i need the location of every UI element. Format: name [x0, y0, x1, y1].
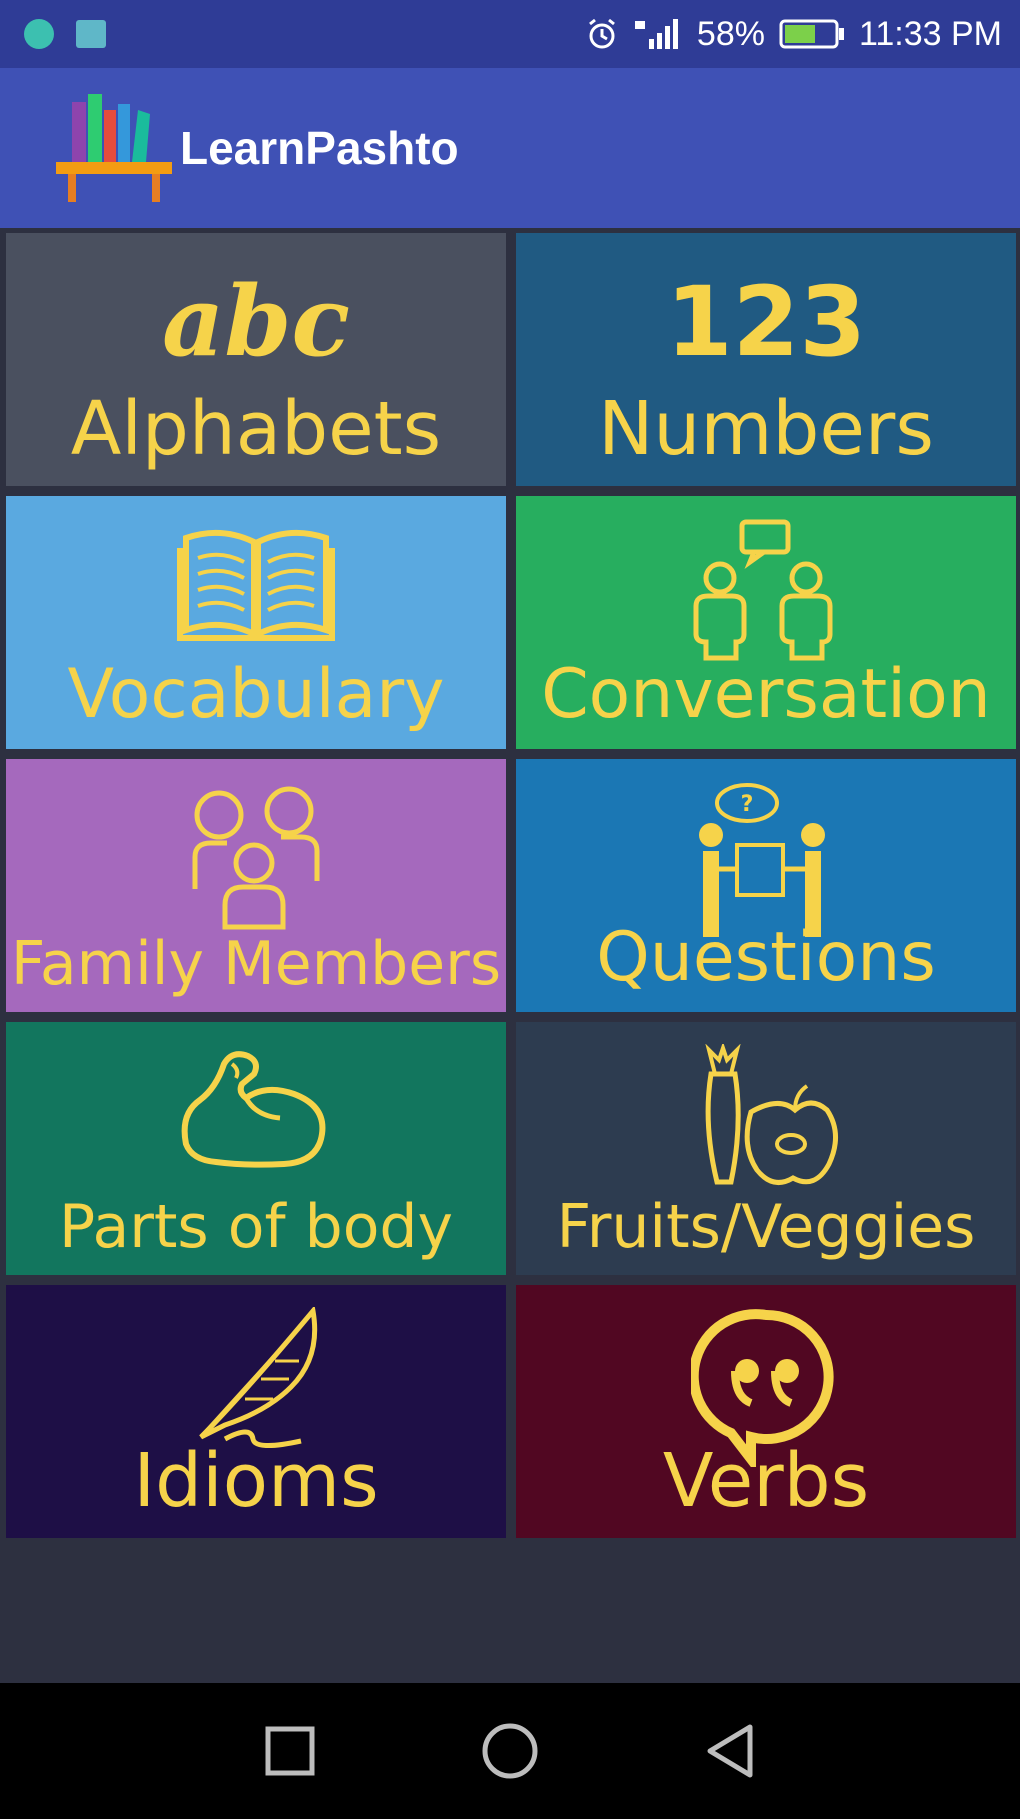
recent-apps-icon — [265, 1726, 315, 1776]
tile-label: Parts of body — [58, 1192, 454, 1262]
tile-numbers[interactable]: 123 Numbers — [516, 233, 1016, 486]
family-icon — [192, 786, 320, 930]
app-bar: LearnPashto — [0, 68, 1020, 228]
status-bar: 58% 11:33 PM — [0, 0, 1020, 68]
tile-label: Family Members — [10, 929, 502, 999]
app-title: LearnPashto — [180, 122, 459, 174]
tile-family-members[interactable]: Family Members — [6, 759, 506, 1012]
fruit-veggie-icon — [705, 1044, 838, 1185]
status-left — [24, 19, 106, 49]
category-grid: abc Alphabets 123 Numbers Vocabulary Con… — [6, 233, 1016, 1538]
tile-fruits-veggies[interactable]: Fruits/Veggies — [516, 1022, 1016, 1275]
svg-text:?: ? — [741, 792, 754, 817]
tile-conversation[interactable]: Conversation — [516, 496, 1016, 749]
tile-label: Alphabets — [70, 386, 442, 472]
tile-label: Fruits/Veggies — [556, 1192, 976, 1262]
muscle-arm-icon — [181, 1051, 326, 1168]
question-people-icon: ? — [699, 783, 825, 937]
tile-vocabulary[interactable]: Vocabulary — [6, 496, 506, 749]
tile-alphabets[interactable]: abc Alphabets — [6, 233, 506, 486]
tile-idioms[interactable]: Idioms — [6, 1285, 506, 1538]
quote-bubble-icon — [691, 1309, 834, 1467]
quill-pen-icon — [199, 1307, 318, 1448]
tile-parts-of-body[interactable]: Parts of body — [6, 1022, 506, 1275]
numbers-123-icon: 123 — [666, 266, 866, 378]
open-book-icon — [177, 529, 335, 641]
navigation-bar — [0, 1683, 1020, 1819]
tile-label: Numbers — [598, 386, 934, 472]
tile-verbs[interactable]: Verbs — [516, 1285, 1016, 1538]
svg-text:123: 123 — [666, 266, 866, 378]
battery-percentage: 58% — [696, 14, 765, 53]
home-icon — [482, 1723, 538, 1779]
abc-icon: abc — [162, 265, 350, 378]
status-right: 58% 11:33 PM — [585, 15, 1002, 54]
back-button[interactable] — [695, 1716, 765, 1786]
alarm-icon — [588, 18, 615, 49]
tile-label: Vocabulary — [67, 655, 445, 734]
globe-notification-icon — [24, 19, 54, 49]
recent-apps-button[interactable] — [255, 1716, 325, 1786]
svg-text:abc: abc — [162, 265, 350, 378]
people-chat-icon — [693, 519, 833, 661]
back-icon — [707, 1724, 753, 1778]
image-notification-icon — [76, 20, 106, 48]
books-shelf-logo-icon — [56, 94, 172, 202]
status-time: 11:33 PM — [858, 14, 1002, 53]
battery-icon — [779, 19, 844, 49]
tile-label: Conversation — [541, 655, 991, 734]
signal-icon — [634, 19, 678, 49]
tile-questions[interactable]: ? Questions — [516, 759, 1016, 1012]
home-button[interactable] — [475, 1716, 545, 1786]
